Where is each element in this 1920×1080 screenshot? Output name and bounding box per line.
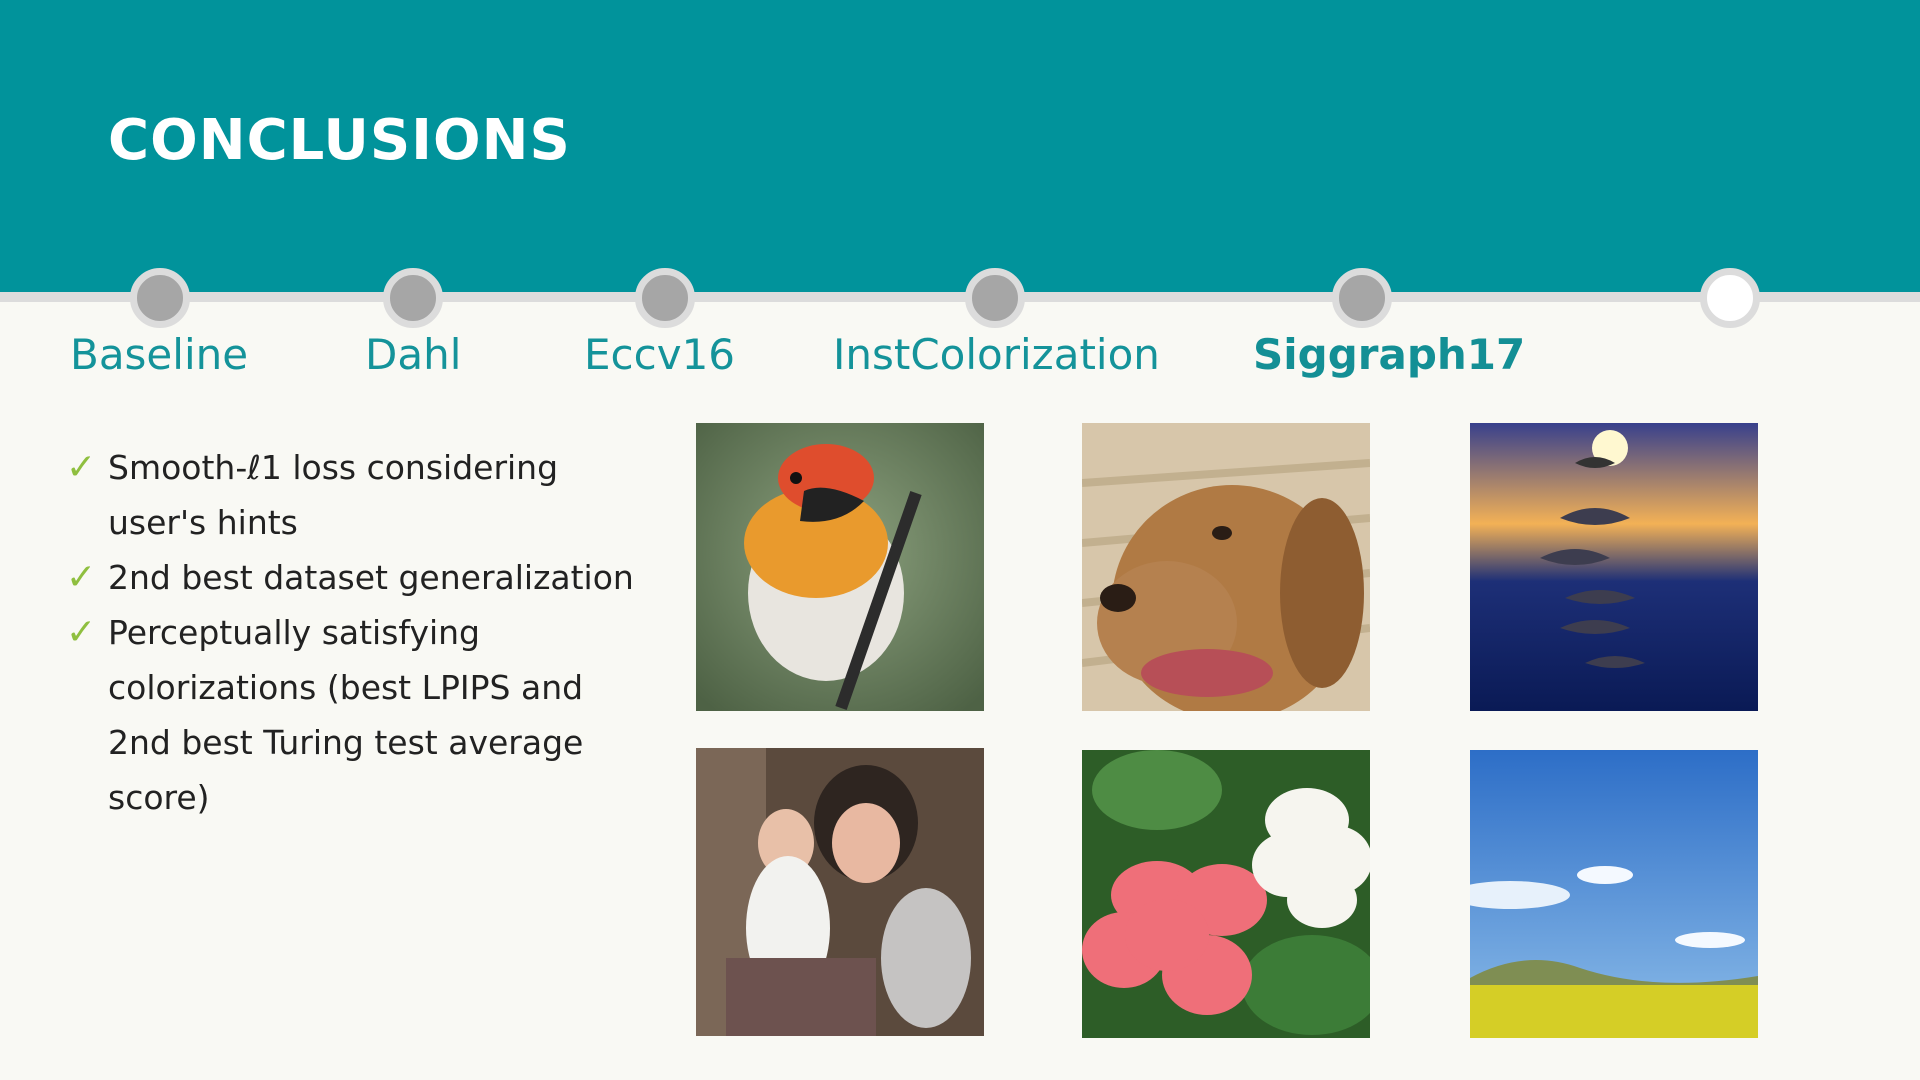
bullet-item: ✓ 2nd best dataset generalization <box>66 550 646 605</box>
bullet-text: 2nd best dataset generalization <box>108 558 634 597</box>
timeline-line <box>0 292 1920 302</box>
field-image <box>1470 750 1758 1038</box>
skydivers-image <box>1470 423 1758 711</box>
slide-title: CONCLUSIONS <box>108 108 571 173</box>
check-icon: ✓ <box>66 612 97 653</box>
conclusion-bullets: ✓ Smooth-ℓ1 loss considering user's hint… <box>66 440 646 825</box>
mother-baby-image <box>696 748 984 1036</box>
tab-instcolorization[interactable]: InstColorization <box>833 330 1160 379</box>
tab-eccv16[interactable]: Eccv16 <box>584 330 735 379</box>
timeline-node-eccv16[interactable] <box>635 268 695 328</box>
timeline-node-current[interactable] <box>1700 268 1760 328</box>
bullet-item: ✓ Smooth-ℓ1 loss considering user's hint… <box>66 440 646 550</box>
dog-image <box>1082 423 1370 711</box>
tab-dahl[interactable]: Dahl <box>365 330 461 379</box>
bullet-text: Perceptually satisfying colorizations (b… <box>108 613 584 817</box>
tab-siggraph17[interactable]: Siggraph17 <box>1253 330 1525 379</box>
tab-baseline[interactable]: Baseline <box>70 330 248 379</box>
check-icon: ✓ <box>66 557 97 598</box>
slide-header: CONCLUSIONS <box>0 0 1920 296</box>
bullet-text: Smooth-ℓ1 loss considering user's hints <box>108 448 559 542</box>
bird-image <box>696 423 984 711</box>
timeline-node-siggraph17[interactable] <box>1332 268 1392 328</box>
timeline-node-instcolorization[interactable] <box>965 268 1025 328</box>
flowers-image <box>1082 750 1370 1038</box>
timeline-node-baseline[interactable] <box>130 268 190 328</box>
check-icon: ✓ <box>66 447 97 488</box>
bullet-item: ✓ Perceptually satisfying colorizations … <box>66 605 646 825</box>
timeline-node-dahl[interactable] <box>383 268 443 328</box>
